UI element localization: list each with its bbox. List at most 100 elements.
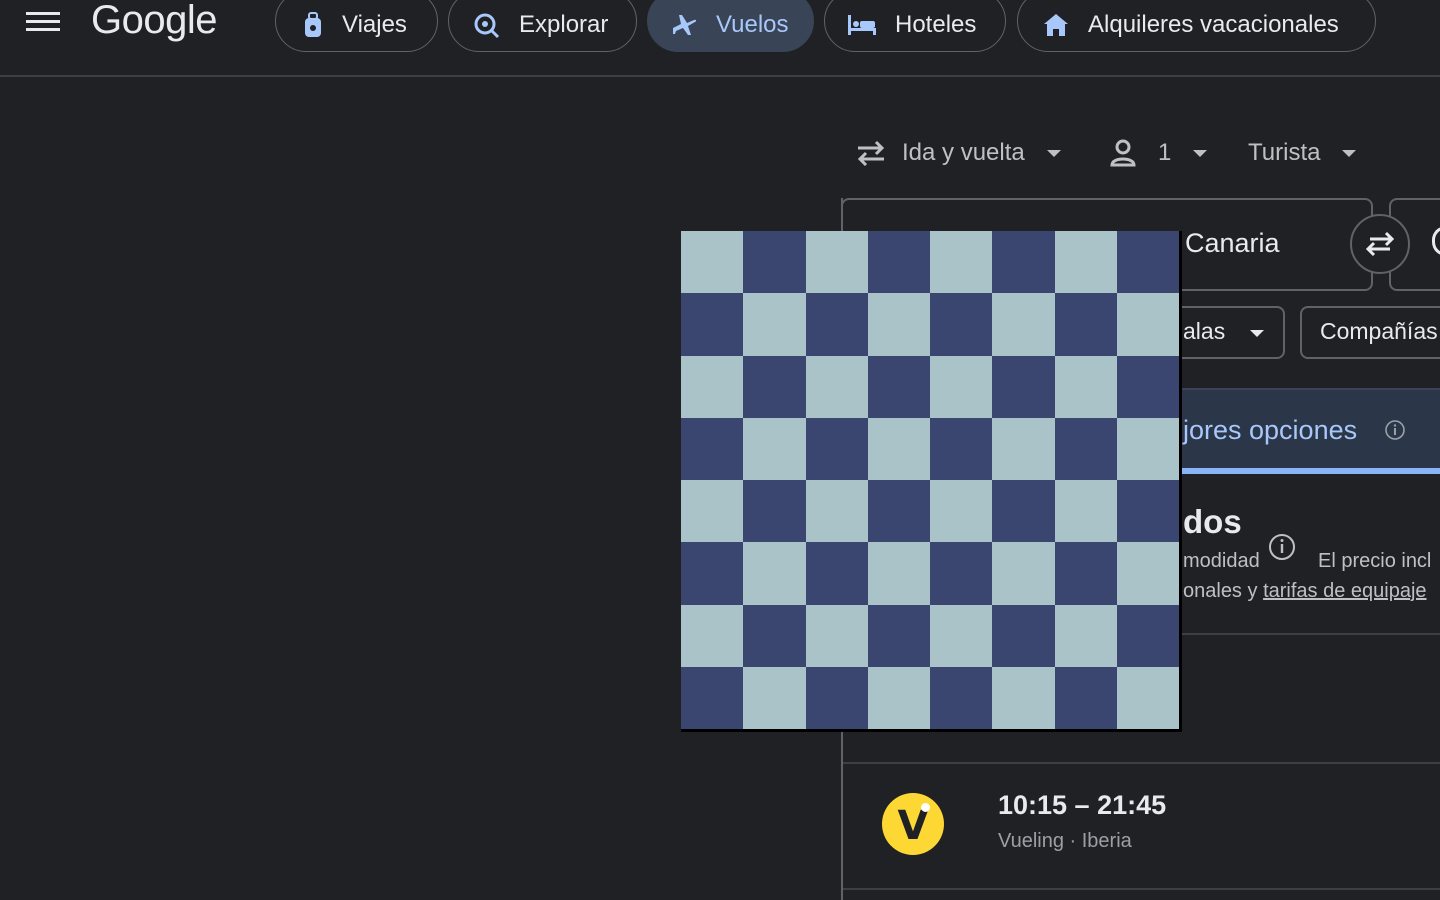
chevron-down-icon — [1046, 149, 1061, 157]
checker-square — [681, 417, 744, 480]
tab-best-options-label: jores opciones — [1183, 415, 1358, 445]
explore-icon — [474, 13, 500, 39]
tab-active-indicator — [1180, 468, 1440, 474]
checker-square — [1116, 604, 1179, 667]
divider — [843, 762, 1440, 764]
results-subtext: modidad — [1183, 550, 1260, 572]
nav-chip-vuelos[interactable]: Vuelos — [647, 0, 814, 52]
checker-square — [1116, 417, 1179, 480]
nav-chip-alquileres[interactable]: Alquileres vacacionales — [1017, 0, 1376, 52]
divider — [1180, 633, 1440, 635]
price-note: El precio incl — [1318, 550, 1432, 572]
checker-square — [681, 355, 744, 418]
checker-square — [681, 231, 744, 294]
flight-carriers: Vueling · Iberia — [998, 830, 1132, 852]
checkerboard-grid — [681, 231, 1179, 729]
checker-square — [1116, 231, 1179, 294]
flight-times[interactable]: 10:15 – 21:45 — [998, 790, 1166, 821]
checker-square — [867, 542, 930, 605]
origin-value: Canaria — [1185, 228, 1280, 258]
checker-square — [743, 355, 806, 418]
luggage-icon — [305, 12, 321, 37]
checker-square — [681, 604, 744, 667]
checker-square — [1116, 542, 1179, 605]
stops-filter-label: alas — [1183, 318, 1226, 344]
results-heading: dos — [1183, 503, 1242, 540]
chevron-down-icon — [1250, 330, 1264, 337]
checker-square — [1054, 355, 1117, 418]
checker-square — [743, 542, 806, 605]
checker-square — [1054, 604, 1117, 667]
trip-type-select[interactable]: Ida y vuelta — [856, 136, 1061, 170]
checker-square — [1116, 480, 1179, 543]
checker-square — [867, 666, 930, 729]
checker-square — [992, 604, 1055, 667]
chevron-down-icon — [1193, 149, 1208, 157]
checker-square — [1054, 417, 1117, 480]
divider — [843, 888, 1440, 890]
checker-square — [992, 480, 1055, 543]
results-subtext-prefix: onales y — [1183, 580, 1264, 602]
swap-origin-destination-button[interactable] — [1350, 214, 1410, 274]
checker-square — [805, 542, 868, 605]
checker-square — [743, 480, 806, 543]
checker-square — [1116, 293, 1179, 356]
checker-square — [1054, 293, 1117, 356]
google-logo[interactable]: Google — [91, 0, 217, 43]
airlines-filter-label: Compañías — [1320, 318, 1438, 344]
checker-square — [1054, 666, 1117, 729]
checker-square — [867, 480, 930, 543]
nav-chip-explorar[interactable]: Explorar — [448, 0, 637, 52]
checker-square — [805, 604, 868, 667]
baggage-fees-link[interactable]: tarifas de equipaje — [1263, 580, 1426, 602]
nav-chip-label: Viajes — [342, 11, 407, 38]
info-icon[interactable] — [1268, 533, 1296, 561]
checker-square — [930, 666, 993, 729]
trip-type-value: Ida y vuelta — [902, 139, 1025, 166]
cabin-class-select[interactable]: Turista — [1248, 136, 1357, 170]
checker-square — [867, 417, 930, 480]
info-icon[interactable] — [1384, 419, 1406, 441]
checker-square — [805, 417, 868, 480]
checker-square — [930, 604, 993, 667]
checker-square — [992, 293, 1055, 356]
flight-icon — [673, 15, 697, 35]
person-icon — [1110, 139, 1136, 167]
nav-chip-label: Hoteles — [895, 11, 977, 38]
checker-square — [992, 666, 1055, 729]
checker-square — [930, 293, 993, 356]
airline-logo: V — [882, 793, 944, 855]
swap-arrows-icon — [857, 140, 885, 166]
checker-square — [743, 666, 806, 729]
checker-square — [930, 231, 993, 294]
checker-square — [805, 666, 868, 729]
passengers-value: 1 — [1158, 139, 1172, 166]
checker-square — [805, 355, 868, 418]
checker-square — [1116, 355, 1179, 418]
checker-square — [1054, 231, 1117, 294]
checker-square — [805, 293, 868, 356]
checkerboard-overlay — [681, 231, 1182, 732]
passengers-select[interactable]: 1 — [1110, 136, 1208, 170]
cabin-class-value: Turista — [1248, 139, 1321, 166]
nav-chip-hoteles[interactable]: Hoteles — [824, 0, 1006, 52]
checker-square — [1116, 666, 1179, 729]
hotel-icon — [848, 15, 876, 35]
checker-square — [681, 293, 744, 356]
checker-square — [930, 355, 993, 418]
checker-square — [930, 480, 993, 543]
checker-square — [992, 542, 1055, 605]
nav-chip-viajes[interactable]: Viajes — [275, 0, 438, 52]
checker-square — [743, 604, 806, 667]
checker-square — [930, 542, 993, 605]
checker-square — [930, 417, 993, 480]
checker-square — [867, 604, 930, 667]
checker-square — [992, 355, 1055, 418]
checker-square — [867, 231, 930, 294]
checker-square — [805, 480, 868, 543]
menu-icon[interactable] — [26, 8, 60, 34]
checker-square — [743, 417, 806, 480]
checker-square — [805, 231, 868, 294]
checker-square — [743, 293, 806, 356]
checker-square — [867, 293, 930, 356]
